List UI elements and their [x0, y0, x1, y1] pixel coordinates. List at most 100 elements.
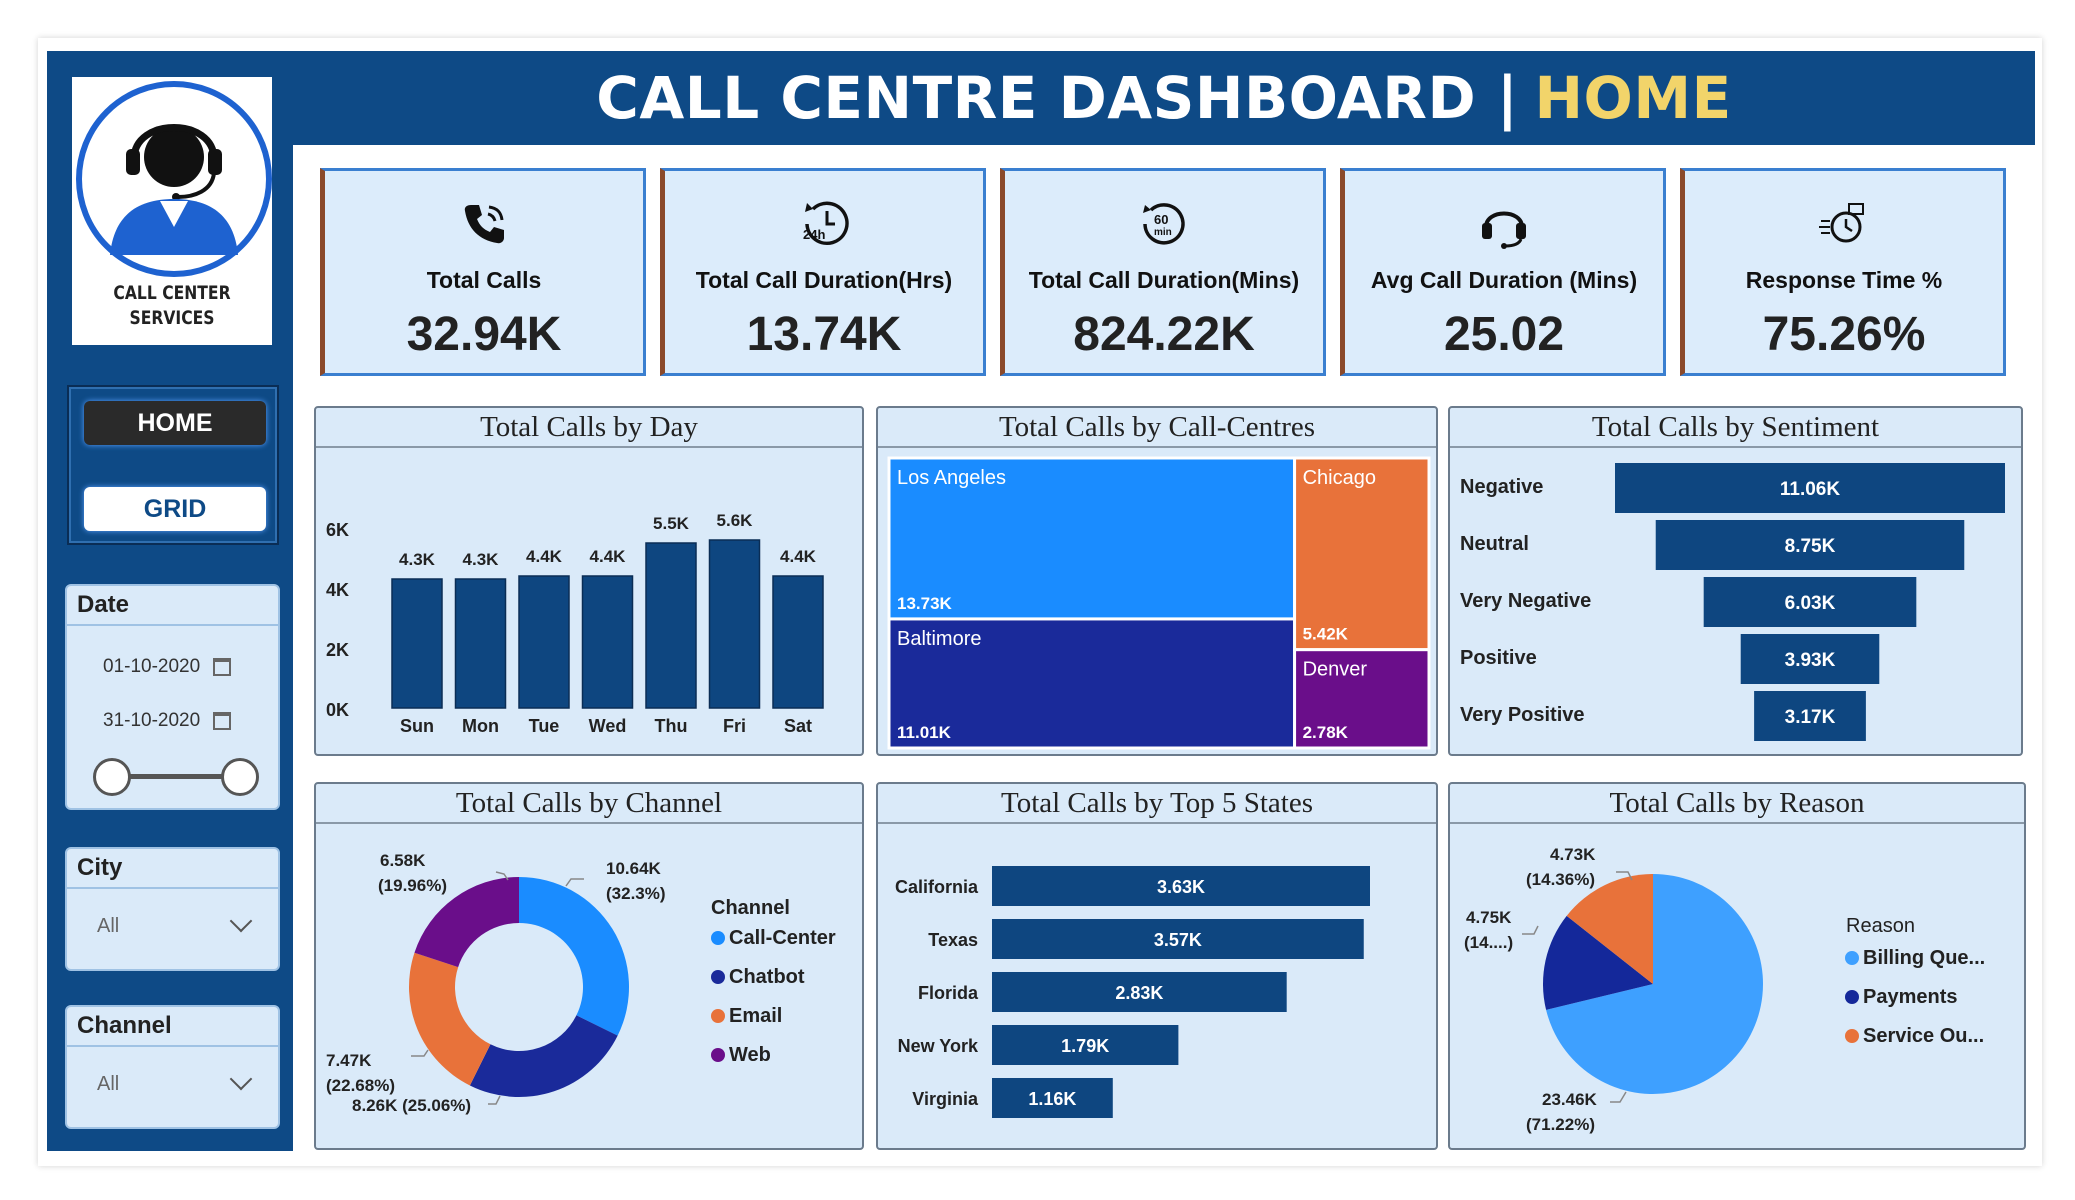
title-main: CALL CENTRE DASHBOARD |: [596, 64, 1519, 132]
data-label: 3.63K: [1157, 877, 1205, 897]
legend-label: Payments: [1863, 986, 1958, 1008]
kpi-card-total-calls[interactable]: Total Calls 32.94K: [320, 168, 646, 376]
kpi-label: Total Calls: [426, 267, 542, 293]
kpi-card-avg-duration[interactable]: Avg Call Duration (Mins) 25.02: [1340, 168, 1666, 376]
calendar-icon[interactable]: [213, 658, 231, 676]
slider-end-handle[interactable]: [221, 758, 259, 796]
stopwatch-icon: [1685, 199, 2003, 260]
legend-label: Web: [729, 1044, 771, 1066]
kpi-value: 32.94K: [406, 308, 562, 361]
legend-label: Chatbot: [729, 966, 805, 988]
data-label: 3.57K: [1154, 930, 1202, 950]
legend-marker: [711, 1009, 725, 1023]
category-label: Neutral: [1460, 533, 1529, 555]
category-label: California: [895, 877, 979, 897]
chevron-down-icon[interactable]: [229, 909, 253, 933]
legend-marker: [711, 970, 725, 984]
data-label: 4.73K: [1550, 845, 1596, 864]
slider-start-handle[interactable]: [93, 758, 131, 796]
tile-name: Denver: [1303, 659, 1368, 681]
calls-by-centre-treemap: Los Angeles 13.73K Baltimore 11.01K Chicago 5…: [887, 456, 1431, 750]
data-label: 4.4K: [526, 547, 563, 566]
leader-line: [488, 1095, 501, 1105]
panel-title: Total Calls by Day: [316, 408, 862, 448]
kpi-value: 75.26%: [1762, 308, 1926, 361]
timer-60min-icon: 60 min: [1005, 199, 1323, 260]
chevron-down-icon[interactable]: [229, 1067, 253, 1091]
x-tick-label: Wed: [589, 716, 627, 736]
kpi-label: Total Call Duration(Hrs): [695, 267, 953, 293]
end-date-field[interactable]: 31-10-2020: [103, 710, 200, 732]
tile-name: Los Angeles: [897, 467, 1006, 489]
x-tick-label: Fri: [723, 716, 746, 736]
category-label: Positive: [1460, 647, 1537, 669]
legend-label: Service Ou...: [1863, 1025, 1984, 1047]
data-label: 6.03K: [1785, 593, 1836, 614]
clock-24h-icon: 24h: [665, 199, 983, 260]
panel-calls-by-sentiment: Negative 11.06K Neutral 8.75K Very Negative 6…: [1448, 406, 2023, 756]
panel-calls-by-centre: Los Angeles 13.73K Baltimore 11.01K Chicago 5…: [876, 406, 1438, 756]
x-tick-label: Sun: [400, 716, 434, 736]
x-tick-label: Tue: [529, 716, 560, 736]
panel-title: Total Calls by Channel: [316, 784, 862, 824]
panel-title: Total Calls by Top 5 States: [878, 784, 1436, 824]
calls-by-reason-pie: 23.46K (71.22%) 4.75K (14....) 4.73K (14.36%)…: [1464, 845, 1985, 1134]
data-label: 4.4K: [780, 547, 817, 566]
panel-calls-by-channel: 10.64K (32.3%) 8.26K (25.06%) 7.47K (22.68%)…: [314, 782, 864, 1150]
data-label: (71.22%): [1526, 1115, 1595, 1134]
svg-text:60: 60: [1154, 212, 1168, 227]
bar: [518, 575, 570, 709]
calendar-icon[interactable]: [213, 712, 231, 730]
y-tick-label: 2K: [326, 640, 349, 660]
home-button[interactable]: HOME: [84, 401, 266, 445]
kpi-value: 25.02: [1443, 308, 1565, 361]
data-label: (22.68%): [326, 1076, 395, 1095]
legend-label: Email: [729, 1005, 782, 1027]
data-label: 3.17K: [1785, 707, 1836, 728]
donut-slice: [409, 952, 491, 1086]
kpi-card-duration-mins[interactable]: 60 min Total Call Duration(Mins) 824.22K: [1000, 168, 1326, 376]
data-label: 5.5K: [653, 514, 690, 533]
bar: [708, 539, 761, 709]
channel-slicer: Channel All: [65, 1005, 280, 1129]
calls-by-channel-donut: 10.64K (32.3%) 8.26K (25.06%) 7.47K (22.68%)…: [326, 851, 836, 1115]
nav-panel: HOME GRID: [67, 385, 279, 545]
y-tick-label: 4K: [326, 580, 349, 600]
headset-icon: [1345, 199, 1663, 260]
y-tick-label: 0K: [326, 700, 349, 720]
legend-marker: [1845, 951, 1859, 965]
city-dropdown[interactable]: All: [97, 915, 119, 938]
leader-line: [1522, 925, 1539, 935]
legend-marker: [711, 1048, 725, 1062]
x-tick-label: Thu: [655, 716, 688, 736]
title-accent: HOME: [1534, 64, 1732, 132]
leader-line: [1610, 1091, 1627, 1103]
kpi-card-response-time[interactable]: Response Time % 75.26%: [1680, 168, 2006, 376]
panel-title: Total Calls by Sentiment: [1450, 408, 2021, 448]
start-date-field[interactable]: 01-10-2020: [103, 656, 200, 678]
phone-icon: [325, 199, 643, 260]
kpi-card-duration-hrs[interactable]: 24h Total Call Duration(Hrs) 13.74K: [660, 168, 986, 376]
channel-dropdown[interactable]: All: [97, 1073, 119, 1096]
data-label: 7.47K: [326, 1051, 372, 1070]
svg-text:24h: 24h: [803, 227, 825, 242]
data-label: 11.06K: [1780, 479, 1840, 500]
category-label: Virginia: [912, 1089, 979, 1109]
legend-marker: [1845, 990, 1859, 1004]
data-label: 1.16K: [1028, 1089, 1076, 1109]
data-label: 8.26K (25.06%): [352, 1096, 471, 1115]
kpi-label: Avg Call Duration (Mins): [1370, 267, 1638, 293]
tile-value: 2.78K: [1303, 723, 1349, 742]
panel-title: Total Calls by Reason: [1450, 784, 2024, 824]
date-slicer-title: Date: [67, 586, 278, 626]
panel-calls-by-day: 0K 2K 4K 6K 4.3K Sun 4.3K Mon 4.4K Tue 4.4K Wed 5.5K…: [314, 406, 864, 756]
legend-marker: [1845, 1029, 1859, 1043]
headset-agent-icon: [76, 81, 272, 277]
category-label: Very Negative: [1460, 590, 1591, 612]
grid-button[interactable]: GRID: [84, 487, 266, 531]
kpi-label: Total Call Duration(Mins): [1028, 267, 1300, 293]
city-slicer-title: City: [67, 849, 278, 889]
data-label: 1.79K: [1061, 1036, 1109, 1056]
category-label: New York: [898, 1036, 979, 1056]
legend-title: Channel: [711, 897, 790, 919]
